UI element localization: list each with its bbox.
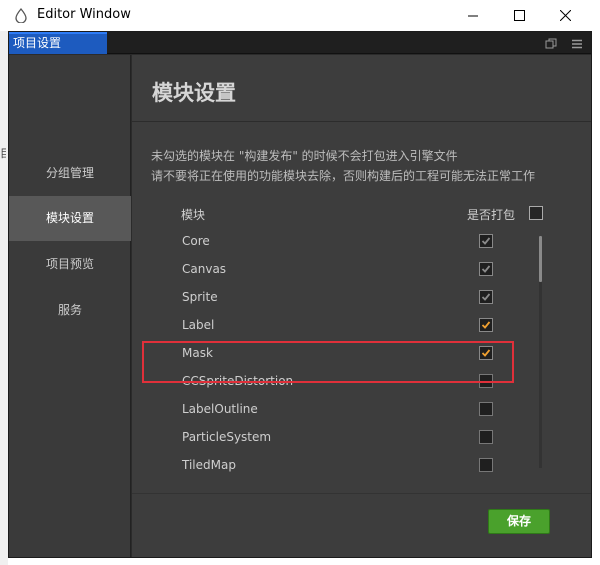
- editor-frame: 项目设置 分组管理 模块设置 项目预览 服务 模块设置 未勾选的模块在 "构建发…: [8, 31, 592, 558]
- checkmark-icon: [481, 293, 491, 301]
- background-window-text: 目: [0, 147, 6, 160]
- module-pack-checkbox[interactable]: [479, 402, 493, 416]
- sidebar-item-project-preview[interactable]: 项目预览: [9, 242, 131, 287]
- module-name: Canvas: [182, 262, 227, 276]
- close-button[interactable]: [542, 0, 588, 31]
- restore-panel-icon[interactable]: [544, 36, 558, 50]
- minimize-icon: [467, 6, 479, 25]
- sidebar-item-services[interactable]: 服务: [9, 288, 131, 333]
- column-header-pack: 是否打包: [467, 208, 516, 222]
- divider: [132, 493, 591, 494]
- maximize-button[interactable]: [496, 0, 542, 31]
- divider: [132, 121, 591, 122]
- checkmark-icon: [481, 265, 491, 273]
- tab-project-settings[interactable]: 项目设置: [9, 32, 107, 54]
- panel-tabbar: 项目设置: [9, 32, 591, 54]
- description-line-1: 未勾选的模块在 "构建发布" 的时候不会打包进入引擎文件: [151, 149, 458, 163]
- module-row: Core: [132, 227, 591, 255]
- background-window-edge: [0, 31, 8, 565]
- close-icon: [559, 6, 571, 25]
- sidebar-item-module-settings[interactable]: 模块设置: [9, 196, 131, 241]
- module-settings-panel: 模块设置 未勾选的模块在 "构建发布" 的时候不会打包进入引擎文件 请不要将正在…: [132, 55, 591, 557]
- module-pack-checkbox[interactable]: [479, 430, 493, 444]
- module-row: TiledMap: [132, 451, 591, 479]
- window-titlebar: Editor Window: [0, 0, 600, 31]
- hamburger-menu-icon[interactable]: [570, 36, 584, 50]
- module-name: Sprite: [182, 290, 218, 304]
- module-name: LabelOutline: [182, 402, 258, 416]
- select-all-checkbox[interactable]: [529, 206, 543, 220]
- save-button[interactable]: 保存: [488, 509, 550, 534]
- module-row: Canvas: [132, 255, 591, 283]
- module-row: Label: [132, 311, 591, 339]
- droplet-icon: [15, 7, 27, 24]
- checkmark-icon: [481, 321, 491, 329]
- page-title: 模块设置: [152, 81, 236, 105]
- module-name: Label: [182, 318, 215, 332]
- module-row: LabelOutline: [132, 395, 591, 423]
- window-title: Editor Window: [37, 7, 131, 22]
- minimize-button[interactable]: [450, 0, 496, 31]
- checkmark-icon: [481, 237, 491, 245]
- module-row: Sprite: [132, 283, 591, 311]
- scrollbar-thumb[interactable]: [539, 236, 542, 282]
- module-name: TiledMap: [182, 458, 236, 472]
- module-pack-checkbox: [479, 290, 493, 304]
- module-pack-checkbox[interactable]: [479, 318, 493, 332]
- highlight-annotation: [142, 341, 514, 383]
- column-header-module: 模块: [181, 208, 206, 222]
- settings-sidebar: 分组管理 模块设置 项目预览 服务: [9, 55, 131, 557]
- module-name: ParticleSystem: [182, 430, 272, 444]
- module-row: ParticleSystem: [132, 423, 591, 451]
- maximize-icon: [513, 6, 525, 25]
- description-line-2: 请不要将正在使用的功能模块去除，否则构建后的工程可能无法正常工作: [151, 169, 536, 183]
- module-pack-checkbox[interactable]: [479, 458, 493, 472]
- module-name: Core: [182, 234, 210, 248]
- sidebar-item-group-management[interactable]: 分组管理: [9, 151, 131, 196]
- module-pack-checkbox: [479, 234, 493, 248]
- module-pack-checkbox: [479, 262, 493, 276]
